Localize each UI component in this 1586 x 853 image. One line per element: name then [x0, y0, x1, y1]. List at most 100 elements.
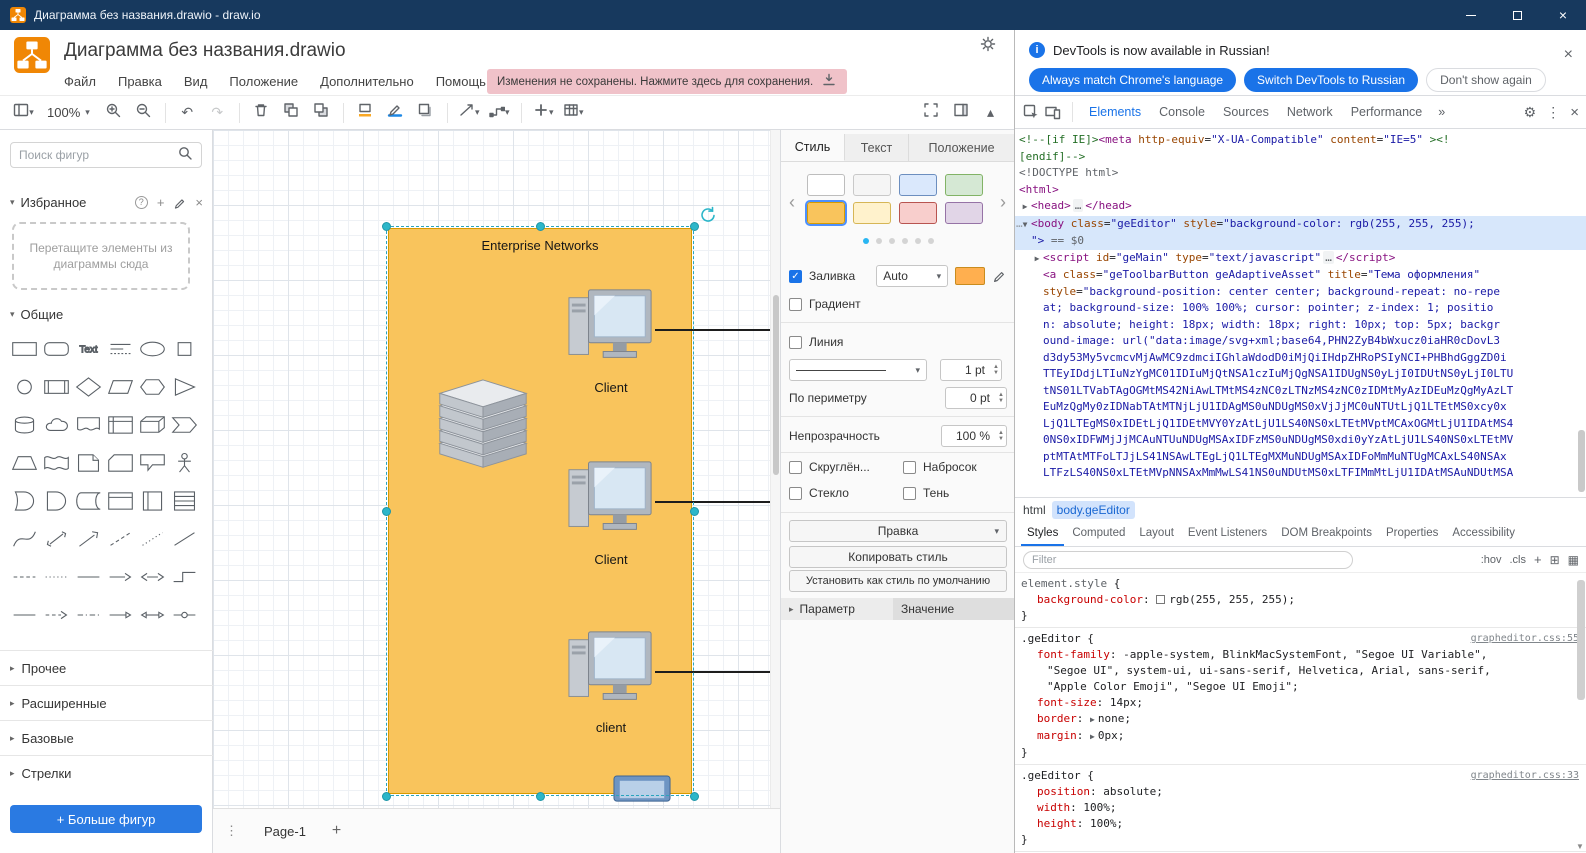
- general-section-header[interactable]: ▾ Общие: [0, 302, 213, 326]
- banner-close-icon[interactable]: ×: [1564, 46, 1573, 64]
- new-style-rule-icon[interactable]: +: [1534, 552, 1542, 567]
- tree-line[interactable]: n: absolute; height: 18px; width: 18px; …: [1015, 317, 1586, 334]
- shape-bidirectional-edge[interactable]: [136, 558, 168, 596]
- tree-line[interactable]: style="background-position: center cente…: [1015, 284, 1586, 301]
- tree-line[interactable]: LTFzLS40NS0xLTEtMVpNNSAxMmMwLS41NS0uNDUt…: [1015, 465, 1586, 482]
- toggle-element-state[interactable]: :hov: [1481, 554, 1502, 566]
- grid-icon[interactable]: ⊞: [1550, 553, 1560, 567]
- css-property[interactable]: border: ▶none;: [1021, 711, 1579, 728]
- breadcrumb-html[interactable]: html: [1023, 503, 1046, 517]
- shape-arrow-edge[interactable]: [104, 558, 136, 596]
- favorites-section-header[interactable]: ▾ Избранное ? + ×: [0, 190, 213, 214]
- preset-page-dot[interactable]: [915, 238, 921, 244]
- settings-gear-icon[interactable]: ⚙: [1524, 104, 1537, 121]
- fullscreen-button[interactable]: [917, 100, 944, 126]
- styles-tab-accessibility[interactable]: Accessibility: [1446, 522, 1521, 546]
- connector-edge[interactable]: [655, 329, 770, 331]
- css-property[interactable]: font-size: 14px;: [1021, 695, 1579, 711]
- styles-tab-styles[interactable]: Styles: [1021, 522, 1064, 546]
- zoom-select[interactable]: 100%▾: [40, 100, 97, 126]
- switch-to-russian-button[interactable]: Switch DevTools to Russian: [1244, 68, 1418, 92]
- edit-fill-pencil-icon[interactable]: [992, 269, 1006, 283]
- shape-and[interactable]: [40, 482, 72, 520]
- devtools-tab-sources[interactable]: Sources: [1218, 97, 1274, 127]
- tree-line[interactable]: LjQ1LTEgMS0xIDEtLjQ1IDEtMVY0YzAtLjU1LS40…: [1015, 416, 1586, 433]
- shape-ellipse[interactable]: [136, 330, 168, 368]
- tree-line[interactable]: "> == $0: [1015, 233, 1586, 250]
- tree-line[interactable]: <!DOCTYPE html>: [1015, 165, 1586, 182]
- shape-parallelogram[interactable]: [104, 368, 136, 406]
- fill-mode-select[interactable]: Auto▾: [876, 265, 948, 287]
- menu-item-Помощь[interactable]: Помощь: [434, 72, 488, 91]
- shape-thick-line[interactable]: [8, 596, 40, 634]
- panel-icon[interactable]: ▦: [1568, 553, 1579, 567]
- shape-document[interactable]: [72, 406, 104, 444]
- to-back-button[interactable]: [278, 100, 305, 126]
- maximize-button[interactable]: [1494, 0, 1540, 30]
- preset-page-dot[interactable]: [876, 238, 882, 244]
- shape-thin-line[interactable]: [168, 520, 200, 558]
- tree-line[interactable]: ▶<head>…</head>: [1015, 198, 1586, 216]
- dont-show-again-button[interactable]: Don't show again: [1426, 68, 1546, 92]
- opacity-input[interactable]: 100 %▲▼: [941, 425, 1007, 447]
- selection-handle[interactable]: [382, 222, 391, 231]
- tree-scrollbar-thumb[interactable]: [1578, 430, 1585, 492]
- collapse-toolbar-button[interactable]: ▴: [977, 100, 1004, 126]
- set-default-style-button[interactable]: Установить как стиль по умолчанию: [789, 570, 1007, 592]
- tree-line[interactable]: TTEyIDdjLTIuNzYgMC01IDIuMjQtNSA1czIuMjQg…: [1015, 366, 1586, 383]
- tree-line[interactable]: at; background-size: 100% 100%; cursor: …: [1015, 300, 1586, 317]
- css-property[interactable]: font-family: -apple-system, BlinkMacSyst…: [1021, 647, 1579, 663]
- shape-container[interactable]: [104, 482, 136, 520]
- gradient-checkbox[interactable]: [789, 298, 802, 311]
- device-toolbar-icon[interactable]: [1045, 104, 1061, 120]
- devtools-tab-network[interactable]: Network: [1282, 97, 1338, 127]
- shape-heading[interactable]: [104, 330, 136, 368]
- devtools-tab-console[interactable]: Console: [1154, 97, 1210, 127]
- shape-two-way-arrow[interactable]: [136, 596, 168, 634]
- more-tabs-icon[interactable]: »: [1433, 97, 1450, 127]
- edit-pencil-icon[interactable]: [173, 196, 186, 209]
- css-property[interactable]: position: absolute;: [1021, 784, 1579, 800]
- styles-scrollbar-thumb[interactable]: [1577, 580, 1585, 700]
- preset-swatch[interactable]: [945, 202, 983, 224]
- shape-square[interactable]: [168, 330, 200, 368]
- shape-dotted-edge[interactable]: [40, 558, 72, 596]
- edit-style-dropdown[interactable]: Правка▾: [789, 520, 1007, 542]
- page-tab[interactable]: Page-1: [256, 820, 314, 843]
- tree-line[interactable]: ▶<script id="geMain" type="text/javascri…: [1015, 250, 1586, 268]
- stepper-icons[interactable]: ▲▼: [993, 361, 999, 379]
- view-layout-button[interactable]: ▾: [10, 100, 37, 126]
- shape-list[interactable]: [168, 482, 200, 520]
- section-Стрелки[interactable]: ▸Стрелки: [0, 755, 213, 790]
- devtools-close-icon[interactable]: ×: [1570, 104, 1579, 121]
- shape-rectangle[interactable]: [8, 330, 40, 368]
- shape-vertical-container[interactable]: [136, 482, 168, 520]
- selection-handle[interactable]: [382, 792, 391, 801]
- shape-internal-storage[interactable]: [104, 406, 136, 444]
- unsaved-changes-alert[interactable]: Изменения не сохранены. Нажмите здесь дл…: [487, 69, 847, 94]
- tree-line[interactable]: EuMzQgMy0zIDNabTAtMTNjLjU1IDAgMS0uNDUgMS…: [1015, 399, 1586, 416]
- scroll-down-arrow-icon[interactable]: ▼: [1574, 839, 1586, 853]
- preset-swatch[interactable]: [899, 202, 937, 224]
- checkbox-icon[interactable]: [903, 487, 916, 500]
- preset-swatch[interactable]: [945, 174, 983, 196]
- zoom-in-button[interactable]: [100, 100, 127, 126]
- expand-arrow-icon[interactable]: ▸: [789, 604, 794, 615]
- shadow-button[interactable]: [412, 100, 439, 126]
- preset-swatch[interactable]: [899, 174, 937, 196]
- line-width-input[interactable]: 1 pt▲▼: [940, 359, 1002, 381]
- menu-item-Вид[interactable]: Вид: [182, 72, 210, 91]
- tree-line[interactable]: d3dy53My5vcmcvMjAwMC9zdmciIGhlaWdodD0iMj…: [1015, 350, 1586, 367]
- perimeter-input[interactable]: 0 pt▲▼: [945, 387, 1007, 409]
- css-selector[interactable]: .geEditor: [1021, 769, 1081, 782]
- menu-item-Дополнительно[interactable]: Дополнительно: [318, 72, 416, 91]
- line-style-select[interactable]: ▾: [789, 359, 927, 381]
- section-Прочее[interactable]: ▸Прочее: [0, 650, 213, 685]
- shape-dash-dot-line[interactable]: [72, 596, 104, 634]
- copy-style-button[interactable]: Копировать стиль: [789, 546, 1007, 568]
- format-tab-Текст[interactable]: Текст: [845, 134, 909, 161]
- shape-horizontal-arrow[interactable]: [104, 596, 136, 634]
- preset-page-dot[interactable]: [889, 238, 895, 244]
- css-property[interactable]: background-color: rgb(255, 255, 255);: [1021, 592, 1579, 608]
- tree-line[interactable]: ptMTAtMTFoLTJjLS41NSAwLTEgLjQ1LTEgMXMuND…: [1015, 449, 1586, 466]
